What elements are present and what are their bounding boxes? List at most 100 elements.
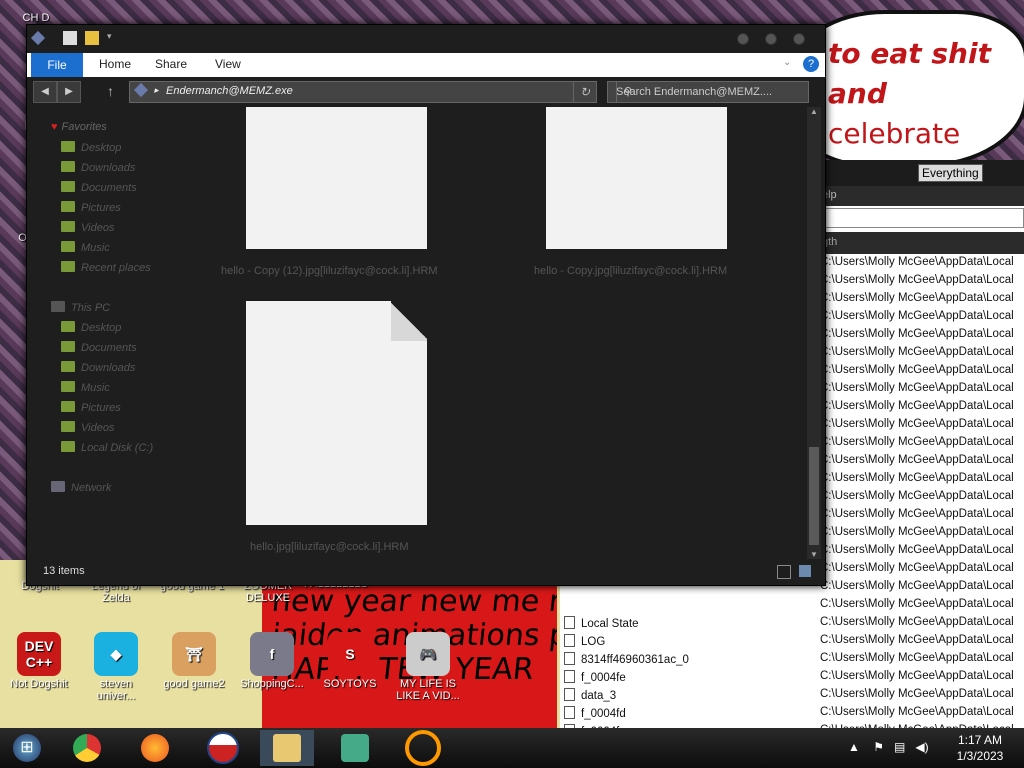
file-name[interactable]: hello.jpg[liluzifayc@cock.li].HRM: [250, 541, 409, 553]
desktop-icon-label: good game2: [163, 678, 225, 690]
details-view-icon[interactable]: [777, 565, 791, 579]
forward-button[interactable]: ▶: [57, 81, 81, 103]
nav-favorites[interactable]: ♥ Favorites: [51, 121, 107, 133]
file-name[interactable]: hello - Copy (12).jpg[liluzifayc@cock.li…: [221, 265, 438, 277]
nav-item[interactable]: Music: [61, 381, 110, 394]
result-row[interactable]: data_3 C:\Users\Molly McGee\AppData\Local: [560, 686, 1024, 704]
desktop-icon[interactable]: f ShoppingC...: [236, 632, 308, 690]
desktop-icon[interactable]: 🎮 MY LIFE IS LIKE A VID...: [392, 632, 464, 702]
nav-item[interactable]: Desktop: [61, 321, 121, 334]
nav-item[interactable]: Music: [61, 241, 110, 254]
nav-item[interactable]: Downloads: [61, 161, 135, 174]
large-icons-view-icon[interactable]: [799, 565, 811, 577]
volume-icon[interactable]: ◀): [915, 740, 928, 754]
nav-item-label: Downloads: [81, 162, 136, 174]
result-row[interactable]: f_0004fd C:\Users\Molly McGee\AppData\Loc…: [560, 704, 1024, 722]
breadcrumb-arrow-icon[interactable]: ▸: [154, 85, 159, 96]
result-row[interactable]: f_0004fe C:\Users\Molly McGee\AppData\Loc…: [560, 668, 1024, 686]
nav-this-pc[interactable]: This PC: [51, 301, 110, 314]
flag-icon[interactable]: ⚑: [873, 740, 884, 754]
desktop-icon-label: MY LIFE IS LIKE A VID...: [396, 678, 460, 702]
taskbar-obama[interactable]: [196, 730, 250, 766]
explorer-window[interactable]: ▾ File Home Share View ⌄ ? ◀ ▶ ↑ ▸ Ender…: [26, 24, 826, 586]
taskbar-network[interactable]: [328, 730, 382, 766]
nav-item[interactable]: Pictures: [61, 401, 121, 414]
nav-item[interactable]: Documents: [61, 181, 137, 194]
chevron-down-icon[interactable]: ▾: [107, 31, 121, 45]
desktop-icon[interactable]: ◆ steven univer...: [80, 632, 152, 702]
show-hidden-icons[interactable]: ▲: [848, 740, 860, 754]
taskbar-chrome[interactable]: [60, 730, 114, 766]
close-button[interactable]: [793, 33, 805, 45]
navigation-pane: ♥ Favorites Desktop Downloads Documents Pict…: [27, 107, 187, 559]
tab-view[interactable]: View: [215, 57, 241, 71]
file-thumbnail[interactable]: [546, 107, 727, 249]
network-status-icon[interactable]: ▤: [894, 740, 905, 754]
desktop-icon-label: CH D: [22, 12, 50, 24]
everything-search-input[interactable]: [825, 208, 1024, 228]
taskbar-firefox[interactable]: [128, 730, 182, 766]
everything-title-button[interactable]: Everything: [918, 164, 983, 182]
s-logo-icon: S: [328, 632, 372, 676]
result-path: C:\Users\Molly McGee\AppData\Local: [820, 652, 1014, 664]
result-row[interactable]: 8314ff46960361ac_0 C:\Users\Molly McGee\A…: [560, 650, 1024, 668]
nav-network[interactable]: Network: [51, 481, 111, 494]
nav-item[interactable]: Local Disk (C:): [61, 441, 153, 454]
taskbar-search[interactable]: [396, 730, 450, 766]
minimize-button[interactable]: [737, 33, 749, 45]
vertical-scrollbar[interactable]: ▲ ▼: [807, 107, 821, 559]
file-thumbnail[interactable]: [246, 107, 427, 249]
start-button[interactable]: ⊞: [0, 730, 54, 766]
flash-icon: f: [250, 632, 294, 676]
nav-label: Network: [71, 482, 112, 494]
tab-file[interactable]: File: [31, 53, 83, 77]
folder-icon: [61, 361, 75, 372]
result-row[interactable]: Local State C:\Users\Molly McGee\AppData\…: [560, 614, 1024, 632]
result-path: C:\Users\Molly McGee\AppData\Local: [820, 526, 1014, 538]
scroll-up-icon[interactable]: ▲: [807, 107, 821, 116]
result-row[interactable]: C:\Users\Molly McGee\AppData\Local: [560, 596, 1024, 614]
scrollbar-thumb[interactable]: [809, 447, 819, 545]
search-placeholder: Search Endermanch@MEMZ....: [616, 86, 773, 98]
result-path: C:\Users\Molly McGee\AppData\Local: [820, 274, 1014, 286]
result-path: C:\Users\Molly McGee\AppData\Local: [820, 562, 1014, 574]
maximize-button[interactable]: [765, 33, 777, 45]
ribbon-expand-icon[interactable]: ⌄: [783, 57, 791, 68]
clock-date: 1/3/2023: [956, 749, 1004, 763]
nav-item[interactable]: Pictures: [61, 201, 121, 214]
result-name: Local State: [564, 616, 639, 630]
tab-home[interactable]: Home: [99, 57, 131, 71]
window-icon: [30, 30, 46, 46]
nav-item[interactable]: Documents: [61, 341, 137, 354]
desktop-icon[interactable]: DEV C++ Not Dogshit: [3, 632, 75, 690]
clock[interactable]: 1:17 AM 1/3/2023: [940, 732, 1020, 764]
nav-item[interactable]: Desktop: [61, 141, 121, 154]
nav-item[interactable]: Videos: [61, 221, 114, 234]
result-name-text: Local State: [581, 618, 639, 630]
folder-icon: [61, 321, 75, 332]
desktop-icon[interactable]: S SOYTOYS: [314, 632, 386, 690]
search-box[interactable]: Search Endermanch@MEMZ.... ⚲: [607, 81, 809, 103]
help-icon[interactable]: ?: [803, 56, 819, 72]
desktop-icon[interactable]: CH D: [0, 12, 72, 24]
taskbar-explorer[interactable]: [260, 730, 314, 766]
properties-icon[interactable]: [63, 31, 77, 45]
up-arrow-icon[interactable]: ↑: [107, 83, 114, 99]
nav-item[interactable]: Downloads: [61, 361, 135, 374]
back-button[interactable]: ◀: [33, 81, 57, 103]
address-bar[interactable]: ▸ Endermanch@MEMZ.exe ↻: [129, 81, 597, 103]
item-count: 13 items: [43, 565, 85, 577]
nav-item[interactable]: Recent places: [61, 261, 151, 274]
search-icon[interactable]: ⚲: [616, 82, 639, 102]
scroll-down-icon[interactable]: ▼: [807, 550, 821, 559]
tab-share[interactable]: Share: [155, 57, 187, 71]
refresh-icon[interactable]: ↻: [573, 82, 596, 102]
nav-item[interactable]: Videos: [61, 421, 114, 434]
folder-icon: [61, 401, 75, 412]
file-name[interactable]: hello - Copy.jpg[liluzifayc@cock.li].HRM: [534, 265, 727, 277]
desktop-icon[interactable]: ⛩ good game2: [158, 632, 230, 690]
new-folder-icon[interactable]: [85, 31, 99, 45]
result-row[interactable]: LOG C:\Users\Molly McGee\AppData\Local: [560, 632, 1024, 650]
folder-icon: [61, 161, 75, 172]
file-icon: [564, 634, 575, 647]
